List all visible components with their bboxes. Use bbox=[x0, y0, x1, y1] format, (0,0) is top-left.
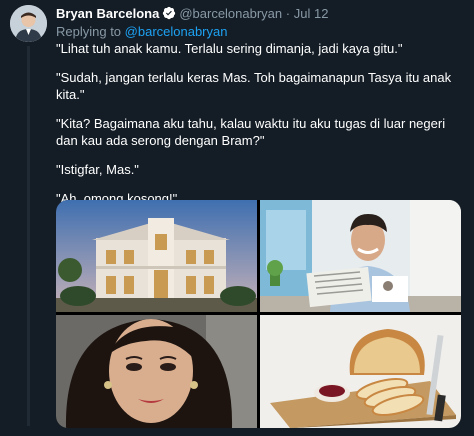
media-grid bbox=[56, 200, 461, 428]
reply-mention-link[interactable]: @barcelonabryan bbox=[125, 24, 228, 39]
tweet-paragraph: "Sudah, jangan terlalu keras Mas. Toh ba… bbox=[56, 70, 452, 102]
avatar[interactable] bbox=[10, 5, 47, 42]
tweet-paragraph: "Lihat tuh anak kamu. Terlalu sering dim… bbox=[56, 41, 403, 56]
verified-badge-icon bbox=[162, 6, 176, 23]
woman-portrait-photo[interactable] bbox=[56, 315, 257, 428]
tweet-text: "Lihat tuh anak kamu. Terlalu sering dim… bbox=[56, 40, 466, 219]
man-reading-newspaper-photo[interactable] bbox=[260, 200, 461, 312]
tweet-header: Bryan Barcelona @barcelonabryan · Jul 12 bbox=[56, 6, 328, 23]
thread-line bbox=[27, 46, 30, 426]
separator-dot: · bbox=[285, 6, 291, 21]
mansion-photo[interactable] bbox=[56, 200, 257, 312]
author-handle[interactable]: @barcelonabryan bbox=[179, 6, 282, 21]
tweet-paragraph: "Istigfar, Mas." bbox=[56, 162, 139, 177]
tweet-paragraph: "Kita? Bagaimana aku tahu, kalau waktu i… bbox=[56, 116, 446, 148]
tweet-date[interactable]: Jul 12 bbox=[294, 6, 329, 21]
bread-and-jam-photo[interactable] bbox=[260, 315, 461, 428]
avatar-image bbox=[10, 5, 47, 42]
author-name[interactable]: Bryan Barcelona bbox=[56, 6, 159, 21]
replying-to: Replying to @barcelonabryan bbox=[56, 24, 227, 39]
tweet[interactable]: Bryan Barcelona @barcelonabryan · Jul 12 … bbox=[0, 0, 474, 436]
replying-to-label: Replying to bbox=[56, 24, 125, 39]
